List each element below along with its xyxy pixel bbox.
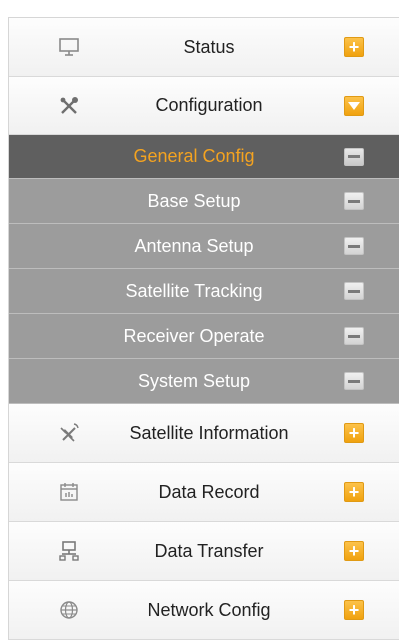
minus-icon xyxy=(348,155,360,158)
monitor-icon xyxy=(57,36,81,58)
minus-button[interactable] xyxy=(344,192,364,210)
menu-item-satellite-information[interactable]: Satellite Information + xyxy=(9,404,399,463)
network-icon xyxy=(57,540,81,562)
menu-item-configuration[interactable]: Configuration xyxy=(9,77,399,135)
expand-button[interactable]: + xyxy=(344,423,364,443)
expand-button[interactable]: + xyxy=(344,600,364,620)
tools-icon xyxy=(57,95,81,117)
minus-button[interactable] xyxy=(344,372,364,390)
submenu-item-satellite-tracking[interactable]: Satellite Tracking xyxy=(9,269,399,314)
submenu-item-label: Receiver Operate xyxy=(123,325,265,346)
calendar-icon xyxy=(57,481,81,503)
navigation-menu: Status + Configuration General Config Ba… xyxy=(8,17,399,640)
submenu-item-label: General Config xyxy=(133,146,255,166)
submenu-item-label: System Setup xyxy=(137,370,251,391)
menu-item-label: Status xyxy=(183,36,235,57)
submenu-item-system-setup[interactable]: System Setup xyxy=(9,359,399,404)
expand-button[interactable]: + xyxy=(344,37,364,57)
menu-item-label: Satellite Information xyxy=(129,422,289,443)
satellite-icon xyxy=(57,422,81,444)
menu-item-status[interactable]: Status + xyxy=(9,18,399,77)
minus-icon xyxy=(348,334,360,338)
submenu-item-receiver-operate[interactable]: Receiver Operate xyxy=(9,314,399,359)
submenu-item-antenna-setup[interactable]: Antenna Setup xyxy=(9,224,399,269)
menu-item-label: Network Config xyxy=(147,599,271,620)
minus-button[interactable] xyxy=(344,237,364,255)
menu-item-data-transfer[interactable]: Data Transfer + xyxy=(9,522,399,581)
collapse-button[interactable] xyxy=(344,95,364,116)
menu-item-data-record[interactable]: Data Record + xyxy=(9,463,399,522)
minus-icon xyxy=(348,199,360,203)
submenu-item-label: Base Setup xyxy=(147,190,241,211)
submenu-item-general-config[interactable]: General Config xyxy=(9,135,399,179)
expand-button[interactable]: + xyxy=(344,482,364,502)
minus-button[interactable] xyxy=(344,147,364,166)
expand-button[interactable]: + xyxy=(344,541,364,561)
minus-button[interactable] xyxy=(344,282,364,300)
chevron-down-icon xyxy=(348,101,360,110)
minus-icon xyxy=(348,289,360,293)
menu-item-label: Configuration xyxy=(155,95,263,115)
submenu-item-label: Antenna Setup xyxy=(134,235,254,256)
menu-item-network-config[interactable]: Network Config + xyxy=(9,581,399,640)
globe-icon xyxy=(57,599,81,621)
menu-item-label: Data Record xyxy=(158,481,260,502)
menu-item-label: Data Transfer xyxy=(154,540,264,561)
submenu-item-label: Satellite Tracking xyxy=(125,280,263,301)
submenu-item-base-setup[interactable]: Base Setup xyxy=(9,179,399,224)
minus-icon xyxy=(348,244,360,248)
minus-button[interactable] xyxy=(344,327,364,345)
minus-icon xyxy=(348,379,360,383)
